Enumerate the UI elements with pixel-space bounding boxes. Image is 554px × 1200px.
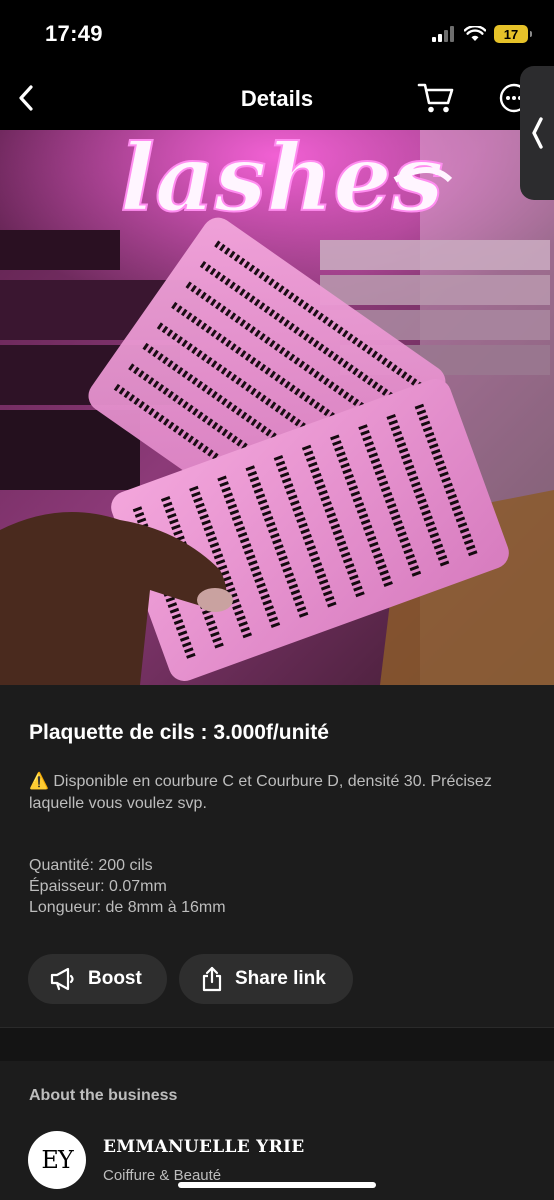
nav-bar: Details <box>0 66 554 130</box>
warning-icon: ⚠️ <box>29 773 49 790</box>
status-icons: 17 <box>432 24 532 44</box>
product-description: ⚠️ Disponible en courbure C et Courbure … <box>29 771 529 815</box>
home-indicator <box>178 1182 376 1188</box>
megaphone-icon <box>50 967 74 991</box>
boost-label: Boost <box>88 968 142 989</box>
product-image[interactable]: lashes <box>0 130 554 685</box>
section-divider <box>0 1027 554 1061</box>
share-label: Share link <box>235 968 326 989</box>
status-time: 17:49 <box>45 21 103 46</box>
spec-length: Longueur: de 8mm à 16mm <box>29 899 226 916</box>
page-title: Details <box>240 86 314 111</box>
side-panel-handle[interactable] <box>520 66 554 200</box>
business-logo-text: EY <box>41 1146 73 1174</box>
share-link-button[interactable]: Share link <box>179 954 353 1004</box>
neon-sign-text: lashes <box>120 130 444 232</box>
about-heading: About the business <box>29 1087 178 1104</box>
product-details: Plaquette de cils : 3.000f/unité ⚠️ Disp… <box>0 685 554 1027</box>
share-icon <box>202 966 222 992</box>
business-logo[interactable]: EY <box>28 1131 86 1189</box>
product-specs: Quantité: 200 cils Épaisseur: 0.07mm Lon… <box>29 855 226 918</box>
description-text: Disponible en courbure C et Courbure D, … <box>29 773 492 812</box>
business-name[interactable]: EMMANUELLE YRIE <box>103 1137 305 1157</box>
boost-button[interactable]: Boost <box>28 954 167 1004</box>
product-photo: lashes <box>0 130 554 685</box>
cart-icon <box>417 83 454 113</box>
chevron-left-icon <box>532 117 543 149</box>
spec-thickness: Épaisseur: 0.07mm <box>29 878 167 895</box>
about-business-section: About the business EY EMMANUELLE YRIE Co… <box>0 1061 554 1200</box>
battery-indicator: 17 <box>494 25 532 43</box>
wifi-icon <box>464 26 486 41</box>
status-bar: 17:49 17 <box>0 0 554 66</box>
cart-button[interactable] <box>416 78 456 118</box>
spec-quantity: Quantité: 200 cils <box>29 857 153 874</box>
battery-level: 17 <box>503 26 519 42</box>
product-title: Plaquette de cils : 3.000f/unité <box>29 721 329 744</box>
signal-icon <box>432 26 454 42</box>
